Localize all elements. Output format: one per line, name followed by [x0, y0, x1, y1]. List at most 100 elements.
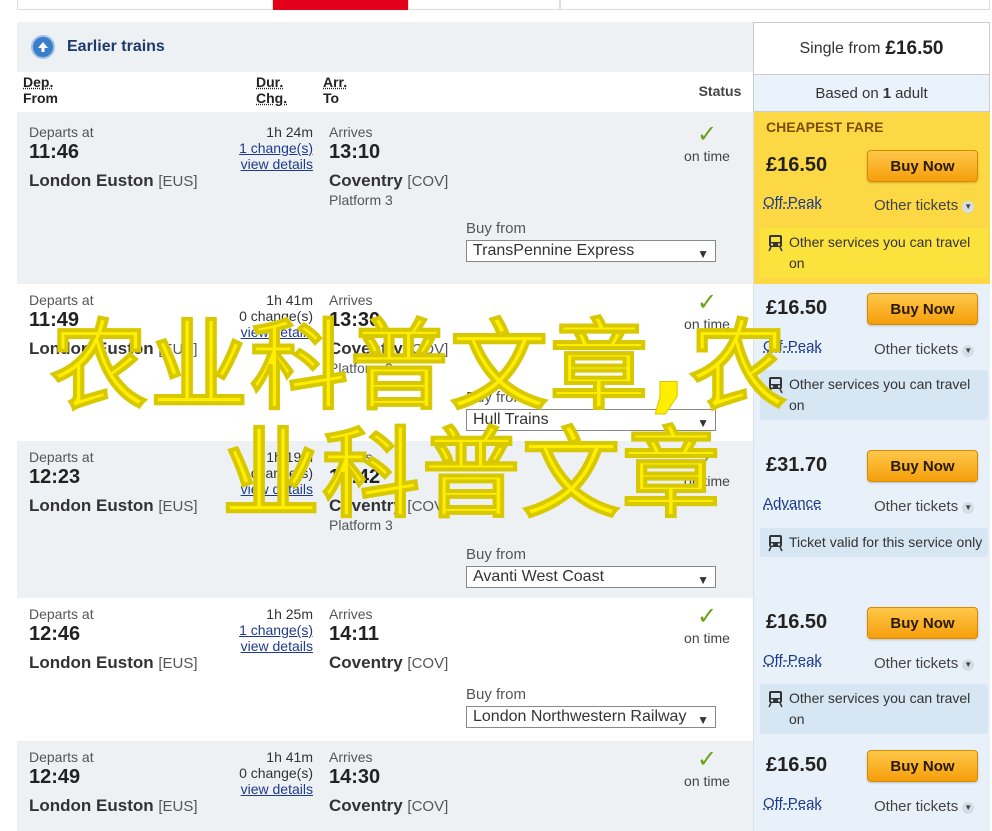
other-tickets-dropdown[interactable]: Other tickets ▼ — [874, 341, 975, 358]
changes-text: 0 change(s) — [239, 308, 313, 324]
checkmark-icon: ✓ — [696, 746, 718, 773]
service-notice: Other services you can travel on — [760, 684, 988, 734]
other-tickets-dropdown[interactable]: Other tickets ▼ — [874, 197, 975, 214]
column-dur-label: Dur. — [256, 74, 284, 90]
view-details-link[interactable]: view details — [233, 638, 313, 654]
single-from-price: £16.50 — [885, 37, 944, 59]
view-details-link[interactable]: view details — [233, 481, 313, 497]
departure-station-code: [EUS] — [158, 341, 198, 358]
operator-select[interactable]: Avanti West Coast ▼ — [466, 566, 716, 588]
status: ✓ on time — [671, 446, 743, 490]
changes-link[interactable]: 1 change(s) — [233, 140, 313, 156]
arrival-station: Coventry [COV] — [329, 653, 448, 673]
buy-from-label: Buy from — [466, 546, 527, 563]
ticket-type-link[interactable]: Off-Peak — [763, 338, 822, 355]
chevron-down-icon: ▼ — [697, 573, 709, 587]
tab-4[interactable] — [560, 0, 990, 10]
departure-station-name: London Euston — [29, 496, 154, 515]
journey-row[interactable]: Departs at 12:23 London Euston [EUS] 1h … — [17, 441, 753, 598]
train-icon — [768, 235, 783, 252]
view-details-link[interactable]: view details — [233, 781, 313, 797]
based-on-label: Based on — [815, 84, 879, 102]
view-details-link[interactable]: view details — [233, 324, 313, 340]
arrival-station-name: Coventry — [329, 653, 403, 672]
arrival-station-name: Coventry — [329, 796, 403, 815]
status-text: on time — [684, 316, 730, 332]
fare-price: £16.50 — [766, 297, 828, 319]
buy-now-button[interactable]: Buy Now — [867, 750, 978, 782]
buy-from-label: Buy from — [466, 389, 527, 406]
status-text: on time — [684, 773, 730, 789]
other-tickets-label: Other tickets — [874, 341, 959, 358]
journey-row[interactable]: Departs at 11:49 London Euston [EUS] 1h … — [17, 284, 753, 441]
arrival-station: Coventry [COV] — [329, 339, 448, 359]
buy-from-label: Buy from — [466, 686, 527, 703]
chevron-down-icon: ▼ — [962, 502, 975, 514]
operator-select[interactable]: Hull Trains ▼ — [466, 409, 716, 431]
buy-now-button[interactable]: Buy Now — [867, 293, 978, 325]
column-departure[interactable]: Dep. From — [23, 74, 58, 112]
changes-text: 0 change(s) — [239, 765, 313, 781]
chevron-down-icon: ▼ — [697, 416, 709, 430]
view-details-link[interactable]: view details — [233, 156, 313, 172]
ticket-type-link[interactable]: Off-Peak — [763, 795, 822, 812]
duration-info: 1h 41m 0 change(s) view details — [233, 749, 313, 797]
departure-station-code: [EUS] — [158, 798, 198, 815]
column-arrival[interactable]: Arr. To — [323, 74, 347, 112]
duration: 1h 41m — [266, 292, 313, 308]
ticket-type-link[interactable]: Off-Peak — [763, 194, 822, 211]
buy-now-button[interactable]: Buy Now — [867, 450, 978, 482]
changes-link[interactable]: 1 change(s) — [233, 622, 313, 638]
column-status-label: Status — [698, 83, 742, 99]
tab-active[interactable] — [273, 0, 408, 10]
arrival-time: 14:30 — [329, 766, 381, 788]
journey-row[interactable]: Departs at 12:46 London Euston [EUS] 1h … — [17, 598, 753, 741]
earlier-trains-button[interactable]: Earlier trains — [17, 22, 753, 72]
arrival-time: 13:30 — [329, 309, 381, 331]
column-duration[interactable]: Dur. Chg. — [256, 74, 287, 112]
column-chg-label: Chg. — [256, 90, 288, 106]
column-to-label: To — [323, 90, 340, 106]
status-text: on time — [684, 148, 730, 164]
fare-price: £16.50 — [766, 154, 828, 176]
journey-row[interactable]: Departs at 12:49 London Euston [EUS] 1h … — [17, 741, 753, 831]
other-tickets-dropdown[interactable]: Other tickets ▼ — [874, 498, 975, 515]
fare-cell: £16.50 Buy Now Off-Peak Other tickets ▼ O… — [753, 598, 990, 741]
other-tickets-label: Other tickets — [874, 197, 959, 214]
arrival-station-code: [COV] — [407, 341, 449, 358]
tab-1[interactable] — [17, 0, 273, 10]
chevron-down-icon: ▼ — [962, 345, 975, 357]
buy-now-button[interactable]: Buy Now — [867, 150, 978, 182]
arrival-station-code: [COV] — [407, 173, 449, 190]
buy-now-button[interactable]: Buy Now — [867, 607, 978, 639]
column-from-label: From — [23, 90, 58, 106]
arrival-station: Coventry [COV] — [329, 796, 448, 816]
ticket-type-link[interactable]: Off-Peak — [763, 652, 822, 669]
other-tickets-dropdown[interactable]: Other tickets ▼ — [874, 798, 975, 815]
arrival-station-name: Coventry — [329, 171, 403, 190]
departure-station-code: [EUS] — [158, 498, 198, 515]
operator-select[interactable]: London Northwestern Railway ▼ — [466, 706, 716, 728]
tab-3[interactable] — [408, 0, 560, 10]
checkmark-icon: ✓ — [696, 446, 718, 473]
departure-station-code: [EUS] — [158, 173, 198, 190]
service-notice: Ticket valid for this service only — [760, 528, 988, 557]
ticket-type-link[interactable]: Advance — [763, 495, 821, 512]
fare-cell: £16.50 Buy Now Off-Peak Other tickets ▼ — [753, 741, 990, 831]
single-fare-header: Single from £16.50 — [753, 22, 990, 74]
adult-label: adult — [895, 84, 928, 102]
train-icon — [768, 377, 783, 394]
departure-time: 11:46 — [29, 141, 80, 163]
departure-time: 12:49 — [29, 766, 81, 788]
operator-select[interactable]: TransPennine Express ▼ — [466, 240, 716, 262]
status-text: on time — [684, 473, 730, 489]
status: ✓ on time — [671, 122, 743, 165]
other-tickets-dropdown[interactable]: Other tickets ▼ — [874, 655, 975, 672]
notice-text: Other services you can travel on — [789, 376, 971, 413]
other-tickets-label: Other tickets — [874, 798, 959, 815]
arrival-time: 13:42 — [329, 466, 381, 488]
platform: Platform 3 — [329, 192, 393, 208]
journey-row[interactable]: Departs at 11:46 London Euston [EUS] 1h … — [17, 112, 753, 284]
duration: 1h 24m — [266, 124, 313, 140]
arrival-time: 14:11 — [329, 623, 380, 645]
